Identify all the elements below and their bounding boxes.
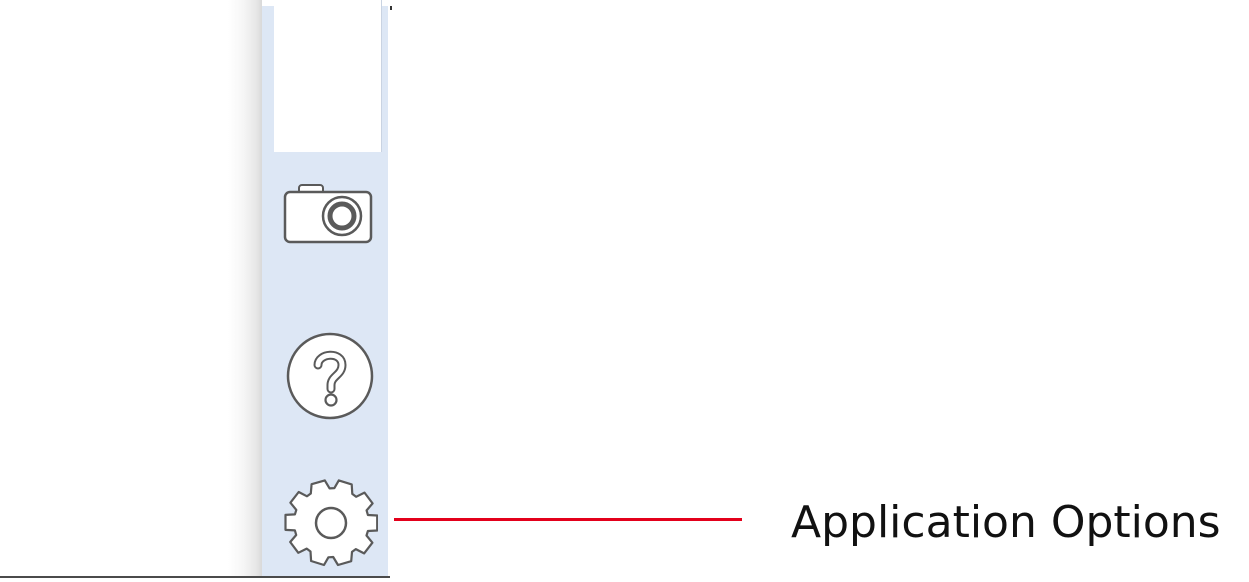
main-pane-edge [228,0,262,578]
camera-icon [282,182,374,246]
help-button[interactable] [284,330,376,422]
window-bottom-border [0,576,390,578]
toolbar-preview-panel [274,0,382,152]
help-icon [284,330,376,422]
camera-button[interactable] [282,182,374,246]
callout-line [394,518,742,521]
gear-icon [284,476,378,570]
preview-panel-edge [381,0,382,152]
application-options-button[interactable] [284,476,378,570]
toolbar-top-tick [390,6,392,10]
callout-label: Application Options [791,497,1221,548]
